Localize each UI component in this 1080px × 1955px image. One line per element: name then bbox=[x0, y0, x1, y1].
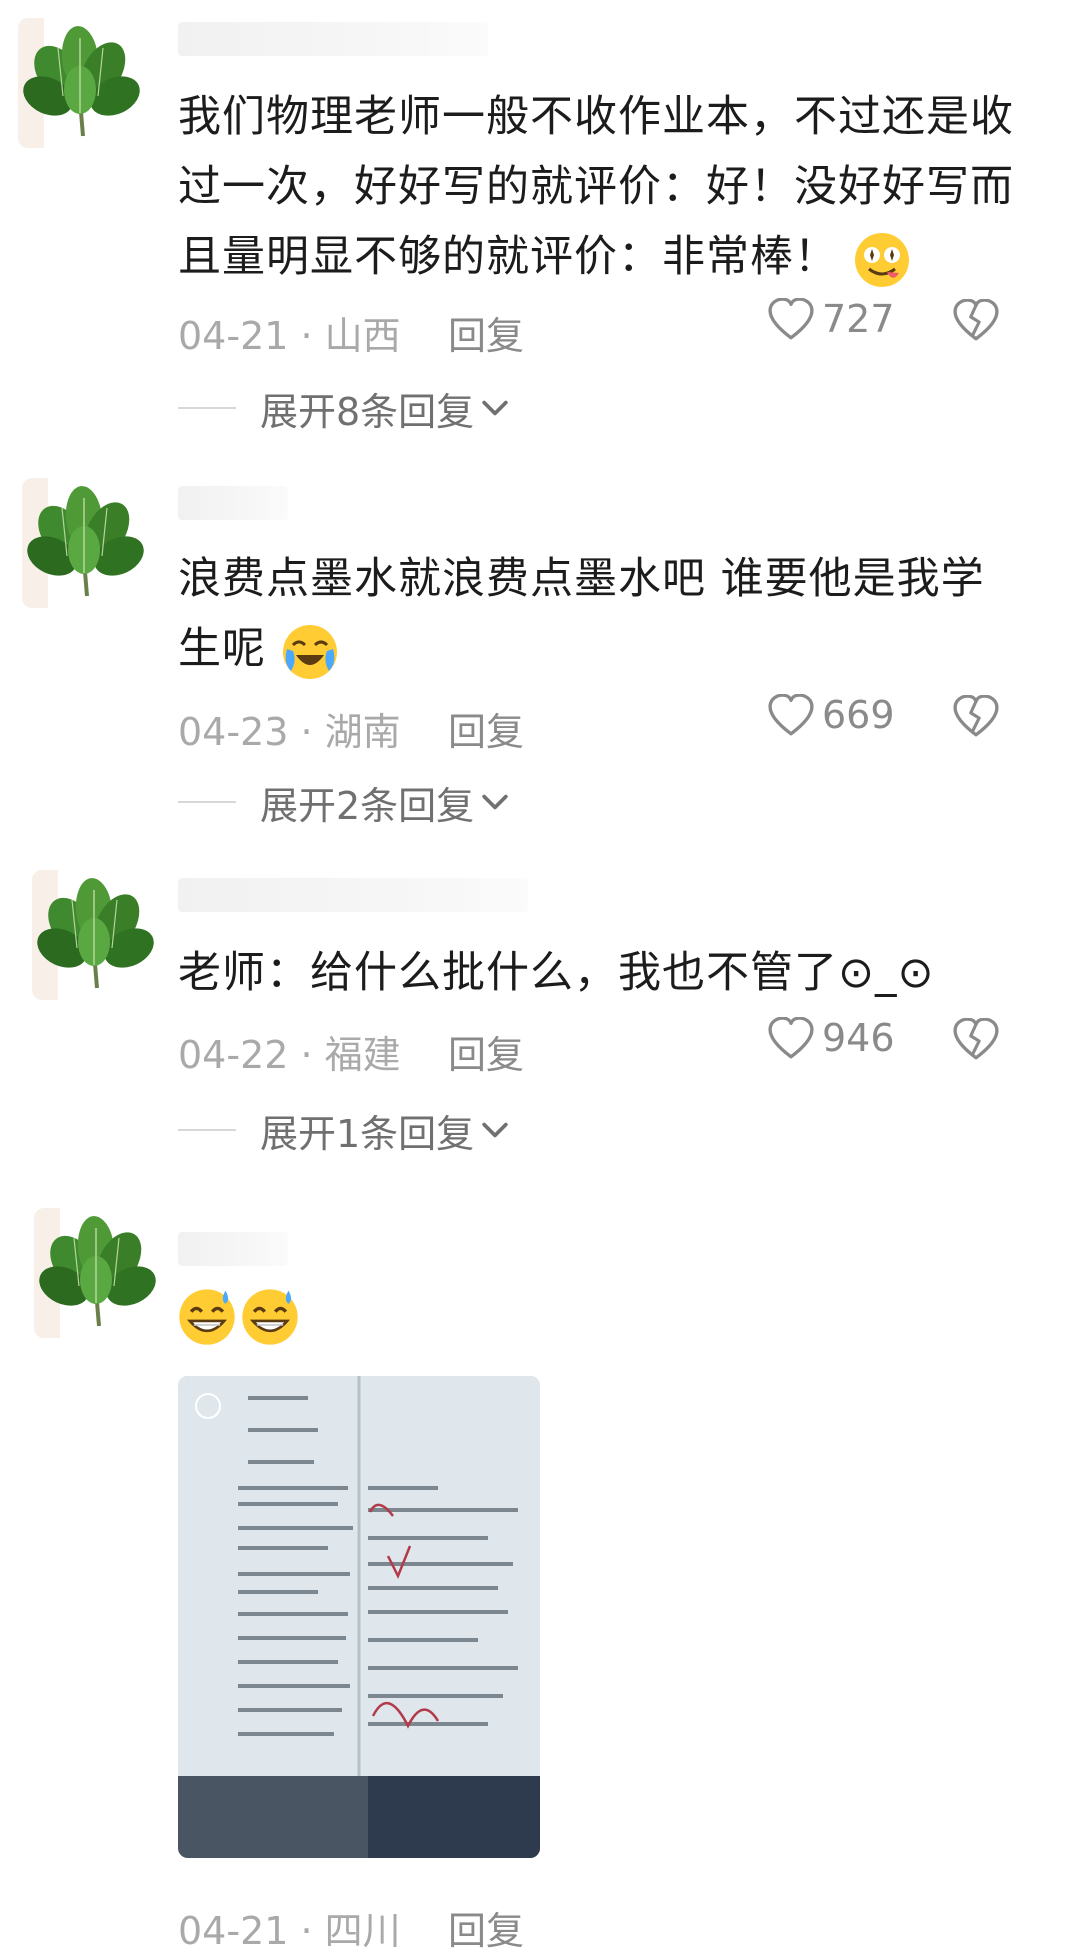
like-count: 946 bbox=[822, 1016, 895, 1060]
reply-button[interactable]: 回复 bbox=[448, 305, 524, 360]
like-button[interactable]: 946 bbox=[768, 1016, 895, 1060]
expand-replies[interactable]: 展开2条回复 bbox=[178, 777, 508, 828]
like-button[interactable]: 727 bbox=[768, 297, 895, 341]
comment-text: 我们物理老师一般不收作业本，不过还是收过一次，好好写的就评价：好！没好好写而且量… bbox=[178, 82, 1028, 292]
expand-replies[interactable]: 展开8条回复 bbox=[178, 383, 508, 434]
comment-text: 老师：给什么批什么，我也不管了⊙_⊙ bbox=[178, 938, 1028, 1008]
plant-avatar-icon bbox=[34, 1212, 164, 1328]
comment-meta: 04-21 · 四川 回复 bbox=[178, 1892, 1018, 1955]
reply-button[interactable]: 回复 bbox=[448, 1900, 524, 1955]
plant-avatar-icon bbox=[18, 22, 148, 139]
reply-button[interactable]: 回复 bbox=[448, 1024, 524, 1079]
comment-meta: 04-23 · 湖南 回复 669 bbox=[178, 693, 1018, 756]
avatar[interactable] bbox=[18, 18, 148, 148]
reply-button[interactable]: 回复 bbox=[448, 701, 524, 756]
dislike-button[interactable] bbox=[953, 694, 999, 746]
avatar[interactable] bbox=[34, 1208, 164, 1338]
comment-date-location: 04-23 · 湖南 bbox=[178, 710, 401, 754]
homework-photo-image bbox=[178, 1376, 540, 1858]
broken-heart-icon bbox=[953, 694, 999, 737]
avatar[interactable] bbox=[22, 478, 152, 608]
plant-avatar-icon bbox=[22, 482, 152, 598]
comment-meta: 04-22 · 福建 回复 946 bbox=[178, 1016, 1018, 1079]
divider bbox=[178, 407, 236, 409]
heart-icon bbox=[768, 694, 814, 736]
heart-icon bbox=[768, 1017, 814, 1059]
like-count: 669 bbox=[822, 693, 895, 737]
chevron-down-icon bbox=[482, 400, 508, 416]
username-blurred[interactable] bbox=[178, 22, 488, 56]
expand-replies-label: 展开2条回复 bbox=[260, 783, 475, 828]
username-blurred[interactable] bbox=[178, 878, 528, 912]
like-button[interactable]: 669 bbox=[768, 693, 895, 737]
username-blurred[interactable] bbox=[178, 486, 288, 520]
comment-date-location: 04-22 · 福建 bbox=[178, 1033, 401, 1077]
comment-date-location: 04-21 · 四川 bbox=[178, 1909, 401, 1953]
expand-replies-label: 展开1条回复 bbox=[260, 1111, 475, 1156]
dislike-button[interactable] bbox=[953, 1017, 999, 1069]
comment-text: 浪费点墨水就浪费点墨水吧 谁要他是我学生呢 bbox=[178, 544, 1028, 684]
dislike-button[interactable] bbox=[953, 298, 999, 350]
comment-date-location: 04-21 · 山西 bbox=[178, 314, 401, 358]
heart-icon bbox=[768, 298, 814, 340]
crying-laugh-emoji bbox=[282, 624, 337, 679]
broken-heart-icon bbox=[953, 1017, 999, 1060]
avatar[interactable] bbox=[32, 870, 162, 1000]
emoji-row bbox=[177, 1287, 300, 1350]
chevron-down-icon bbox=[482, 1122, 508, 1138]
like-count: 727 bbox=[822, 297, 895, 341]
expand-replies-label: 展开8条回复 bbox=[260, 389, 475, 434]
sweat-grin-emoji bbox=[177, 1287, 237, 1347]
divider bbox=[178, 801, 236, 803]
divider bbox=[178, 1129, 236, 1131]
sweat-grin-emoji bbox=[240, 1287, 300, 1347]
homework-photo[interactable] bbox=[178, 1376, 540, 1858]
comment-body: 老师：给什么批什么，我也不管了⊙_⊙ bbox=[178, 948, 935, 998]
expand-replies[interactable]: 展开1条回复 bbox=[178, 1105, 508, 1156]
plant-avatar-icon bbox=[32, 874, 162, 990]
comment-meta: 04-21 · 山西 回复 727 bbox=[178, 297, 1018, 360]
broken-heart-icon bbox=[953, 298, 999, 341]
yum-emoji bbox=[854, 232, 909, 287]
username-blurred[interactable] bbox=[178, 1232, 288, 1266]
chevron-down-icon bbox=[482, 794, 508, 810]
